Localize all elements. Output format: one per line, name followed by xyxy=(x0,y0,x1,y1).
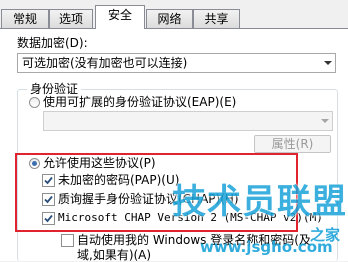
tab-security[interactable]: 安全 xyxy=(95,5,145,29)
chevron-down-icon xyxy=(324,61,332,65)
watermark-suffix: 之家 xyxy=(310,226,341,244)
tab-strip: 常规 选项 安全 网络 共享 xyxy=(0,0,348,29)
encryption-label: 数据加密(D): xyxy=(17,36,88,50)
tab-general[interactable]: 常规 xyxy=(1,9,49,28)
tab-options[interactable]: 选项 xyxy=(49,9,93,28)
eap-radio[interactable] xyxy=(29,97,40,108)
allow-protocols-label: 允许使用这些协议(P) xyxy=(43,156,156,170)
checkmark-icon xyxy=(44,195,53,204)
allow-protocols-radio[interactable] xyxy=(29,158,40,169)
auto-logon-checkbox[interactable] xyxy=(61,234,74,247)
chap-checkbox[interactable] xyxy=(42,193,55,206)
chevron-down-icon xyxy=(321,119,329,123)
encryption-combo-value: 可选加密(没有加密也可以连接) xyxy=(22,56,188,70)
tab-sharing[interactable]: 共享 xyxy=(193,9,240,28)
eap-type-combo[interactable] xyxy=(43,111,333,131)
watermark-logo: 技术员联盟 xyxy=(172,182,347,222)
tab-networking[interactable]: 网络 xyxy=(146,9,193,28)
encryption-combo[interactable]: 可选加密(没有加密也可以连接) xyxy=(17,53,336,73)
eap-radio-label: 使用可扩展的身份验证协议(EAP)(E) xyxy=(43,95,237,109)
checkmark-icon xyxy=(44,214,53,223)
pap-label: 未加密的密码(PAP)(U) xyxy=(58,173,180,187)
authentication-group-title: 身份验证 xyxy=(27,82,82,96)
properties-button[interactable]: 属性(R) xyxy=(254,135,331,153)
checkmark-icon xyxy=(44,176,53,185)
pap-checkbox[interactable] xyxy=(42,174,55,187)
auto-logon-label-line2: 域,如果有)(A) xyxy=(77,248,152,262)
ms-chap-v2-checkbox[interactable] xyxy=(42,212,55,225)
